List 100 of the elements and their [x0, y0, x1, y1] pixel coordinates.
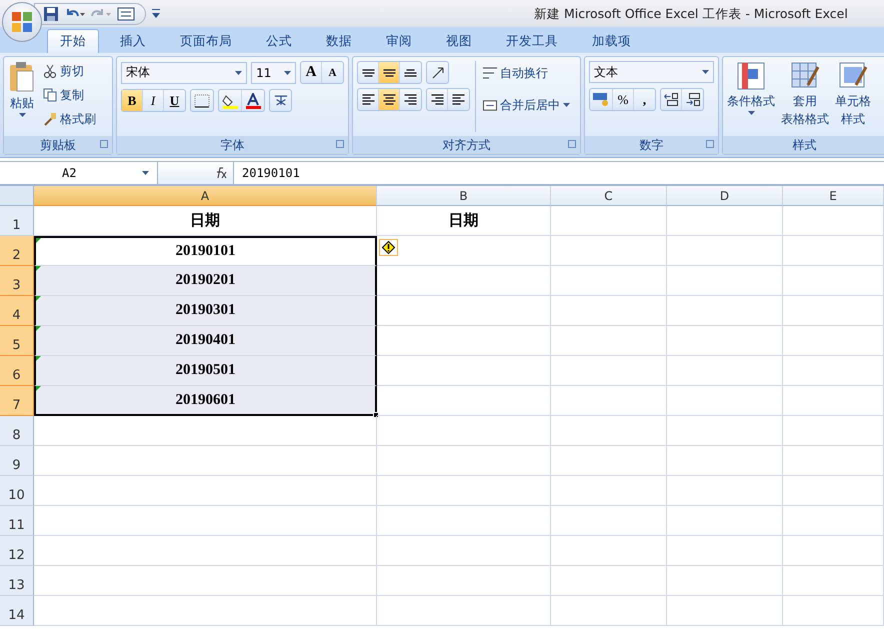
row-header[interactable]: 8: [0, 416, 34, 446]
ribbon-tab[interactable]: 视图: [433, 29, 485, 53]
save-icon[interactable]: [43, 6, 59, 22]
align-icon: [404, 68, 417, 76]
copy-icon: [43, 88, 57, 102]
column-header[interactable]: C: [551, 186, 667, 206]
table-cell: 20190601: [34, 386, 377, 416]
ribbon-tab[interactable]: 加载项: [579, 29, 644, 53]
copy-button[interactable]: 复制: [41, 85, 98, 105]
align-icon: [452, 94, 465, 105]
vertical-align-button[interactable]: [379, 62, 400, 83]
align-icon: [362, 68, 374, 76]
conditional-format-button[interactable]: 条件格式: [727, 61, 775, 132]
table-cell: 20190501: [34, 356, 377, 386]
window-title: 新建 Microsoft Office Excel 工作表 - Microsoft Excel: [534, 6, 848, 23]
table-cell: 20190201: [34, 266, 377, 296]
row-header[interactable]: 2: [0, 236, 34, 266]
percent-button[interactable]: %: [613, 89, 634, 110]
table-cell: 日期: [377, 206, 551, 236]
font-color-icon: [245, 92, 261, 108]
ribbon-tab[interactable]: 插入: [107, 29, 159, 53]
ribbon-tab[interactable]: 开发工具: [493, 29, 571, 53]
ribbon-tab[interactable]: 数据: [313, 29, 365, 53]
column-header[interactable]: D: [667, 186, 783, 206]
formula-field[interactable]: 20190101: [234, 166, 884, 180]
merge-icon: [483, 100, 497, 110]
row-header[interactable]: 13: [0, 566, 34, 596]
caret-icon: [563, 103, 570, 107]
paint-bucket-icon: [222, 92, 238, 108]
row-header[interactable]: 4: [0, 296, 34, 326]
row-header[interactable]: 1: [0, 206, 34, 236]
warning-icon[interactable]: [379, 239, 398, 256]
table-cell: 20190301: [34, 296, 377, 326]
wrap-text-icon: [483, 67, 497, 79]
paste-button[interactable]: 粘贴: [8, 61, 36, 132]
table-format-button[interactable]: 套用 表格格式: [781, 61, 829, 132]
column-header[interactable]: A: [34, 186, 377, 206]
cell-styles-button[interactable]: 单元格 样式: [835, 61, 871, 132]
phonetic-icon: [274, 95, 288, 106]
paste-label: 粘贴: [10, 95, 34, 111]
row-header[interactable]: 6: [0, 356, 34, 386]
ribbon-tab[interactable]: 公式: [253, 29, 305, 53]
comma-button[interactable]: ,: [634, 89, 655, 110]
wrap-text-button[interactable]: 自动换行: [481, 63, 572, 83]
ribbon-tab[interactable]: 开始: [47, 29, 99, 53]
ribbon-tab[interactable]: 页面布局: [167, 29, 245, 53]
grow-font-button[interactable]: A: [301, 62, 322, 83]
align-icon: [382, 94, 396, 105]
row-header[interactable]: 12: [0, 536, 34, 566]
row-header[interactable]: 14: [0, 596, 34, 626]
horizontal-align-button[interactable]: [379, 89, 400, 110]
align-icon: [362, 94, 374, 105]
brush-icon: [43, 112, 57, 126]
align-icon: [404, 94, 417, 105]
format-painter-button[interactable]: 格式刷: [41, 109, 98, 129]
shrink-font-button[interactable]: A: [322, 62, 343, 83]
align-icon: [382, 68, 396, 76]
currency-button[interactable]: [590, 89, 613, 110]
caret-icon: [235, 70, 242, 74]
underline-button[interactable]: U: [164, 90, 185, 111]
grid-icon: [736, 61, 766, 91]
caret-icon: [142, 171, 149, 175]
merge-center-button[interactable]: 合并后居中: [481, 95, 572, 115]
office-logo: [10, 10, 34, 34]
caret-icon: [702, 70, 709, 74]
row-header[interactable]: 9: [0, 446, 34, 476]
border-icon: [194, 94, 210, 108]
group-label: 剪贴板: [4, 136, 112, 154]
coins-icon: [593, 93, 609, 106]
group-label: 样式: [723, 136, 884, 154]
align-icon: [430, 94, 444, 105]
row-header[interactable]: 7: [0, 386, 34, 416]
caret-icon: [748, 111, 754, 115]
font-name-field[interactable]: 宋体: [121, 62, 248, 84]
bold-button[interactable]: B: [122, 90, 143, 111]
decimal-icon: [686, 93, 700, 106]
increase-decimal-button[interactable]: [661, 89, 682, 110]
decimal-icon: [664, 93, 678, 106]
group-label: 字体: [117, 136, 348, 154]
caret-icon: [18, 113, 26, 117]
customize-icon[interactable]: [152, 9, 160, 18]
column-header[interactable]: B: [377, 186, 551, 206]
diagonal-arrow-icon: [432, 66, 444, 78]
caret-icon: [284, 70, 291, 74]
row-header[interactable]: 3: [0, 266, 34, 296]
number-format-field[interactable]: 文本: [589, 61, 714, 83]
group-label: 对齐方式: [353, 136, 580, 154]
row-header[interactable]: 5: [0, 326, 34, 356]
ribbon-tab[interactable]: 审阅: [373, 29, 425, 53]
font-size-field[interactable]: 11: [251, 62, 296, 84]
row-header[interactable]: 10: [0, 476, 34, 506]
clipboard-icon: [8, 61, 36, 93]
column-header[interactable]: E: [783, 186, 884, 206]
group-label: 数字: [585, 136, 718, 154]
table-cell: 20190401: [34, 326, 377, 356]
form-icon[interactable]: [117, 6, 135, 20]
scissors-icon: [43, 64, 57, 78]
cut-button[interactable]: 剪切: [41, 61, 98, 81]
italic-button[interactable]: I: [143, 90, 164, 111]
row-header[interactable]: 11: [0, 506, 34, 536]
